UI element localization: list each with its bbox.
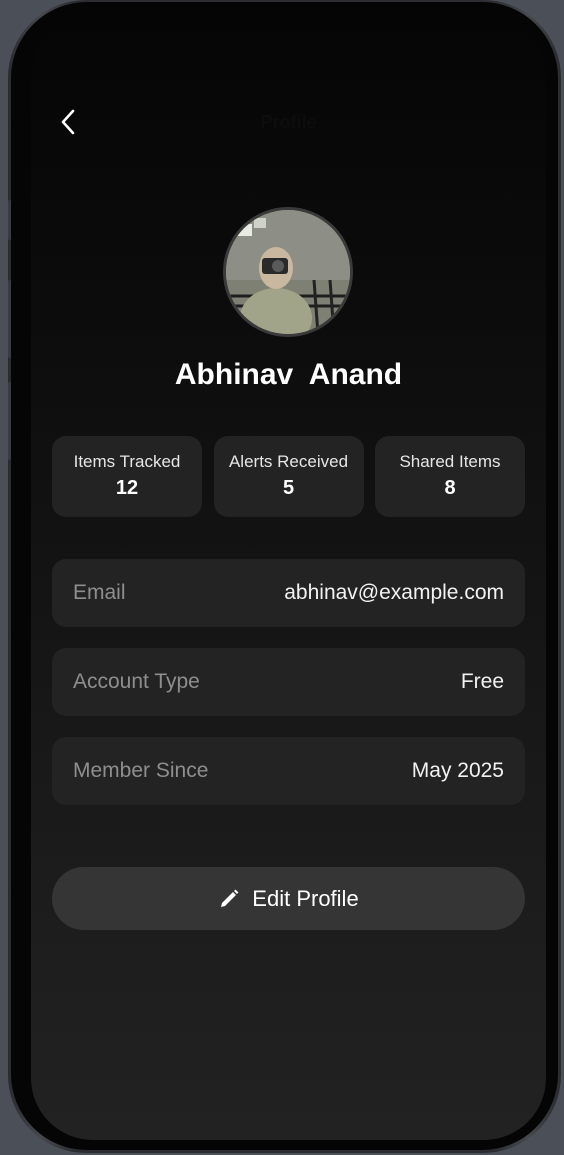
edit-profile-label: Edit Profile xyxy=(252,885,359,911)
page-title: Profile xyxy=(260,112,317,132)
profile-name: Abhinav Anand xyxy=(174,358,403,391)
pencil-icon xyxy=(221,889,239,907)
stat-label: Shared Items xyxy=(399,452,501,471)
info-value: May 2025 xyxy=(411,759,504,782)
stat-card-alerts-received: Alerts Received 5 xyxy=(213,436,364,517)
stat-value: 12 xyxy=(115,477,139,499)
stats-row: Items Tracked 12 Alerts Received 5 Share… xyxy=(52,436,525,517)
info-row-account-type: Account Type Free xyxy=(52,648,525,716)
phone-bezel: Profile Abhinav Anand Items Tracked 12 A… xyxy=(11,2,558,1150)
info-label: Email xyxy=(73,581,126,604)
edit-profile-button[interactable]: Edit Profile xyxy=(52,867,525,930)
info-label: Member Since xyxy=(73,759,209,782)
avatar xyxy=(223,207,353,337)
info-value: Free xyxy=(460,670,504,693)
info-value: abhinav@example.com xyxy=(284,581,504,604)
info-row-email: Email abhinav@example.com xyxy=(52,559,525,627)
stat-card-shared-items: Shared Items 8 xyxy=(375,436,525,517)
info-row-member-since: Member Since May 2025 xyxy=(52,737,525,805)
screen: Profile Abhinav Anand Items Tracked 12 A… xyxy=(31,16,546,1140)
stat-label: Alerts Received xyxy=(228,452,349,471)
phone-frame: Profile Abhinav Anand Items Tracked 12 A… xyxy=(8,0,561,1153)
stat-value: 5 xyxy=(282,477,295,499)
info-label: Account Type xyxy=(73,670,200,693)
stat-label: Items Tracked xyxy=(73,452,181,471)
stat-value: 8 xyxy=(444,477,456,499)
stat-card-items-tracked: Items Tracked 12 xyxy=(52,436,202,517)
avatar-photo xyxy=(226,210,350,334)
